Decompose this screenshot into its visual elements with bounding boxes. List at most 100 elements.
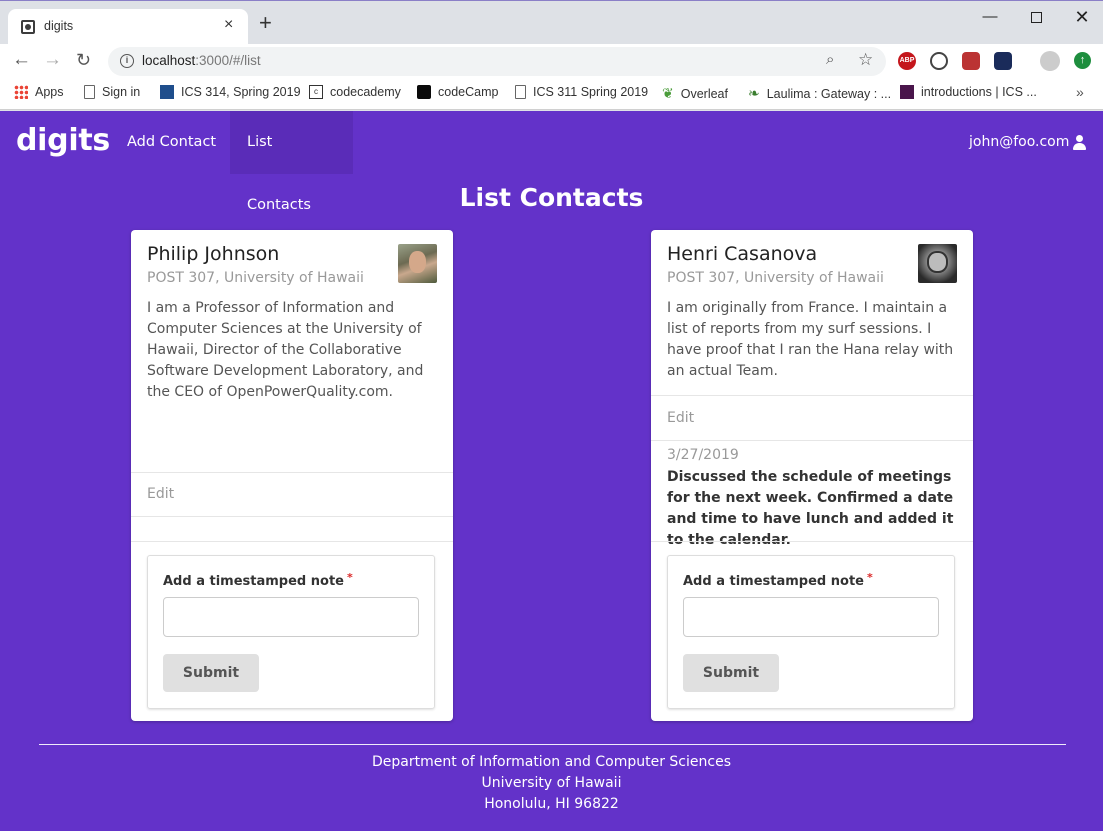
card-header: Philip Johnson POST 307, University of H…	[147, 243, 437, 286]
footer-divider	[39, 744, 1066, 745]
bookmark-label: codecademy	[330, 85, 401, 99]
freecodecamp-icon	[417, 85, 431, 99]
page-icon	[84, 85, 95, 99]
footer-department: Department of Information and Computer S…	[371, 754, 731, 770]
avatar-face	[927, 251, 948, 273]
bookmark-apps[interactable]: Apps	[14, 85, 64, 99]
edit-link[interactable]: Edit	[147, 486, 174, 502]
tab-close-icon[interactable]: ×	[224, 16, 233, 34]
back-arrow-icon[interactable]: ←	[12, 50, 31, 70]
bookmark-ics311[interactable]: ICS 311 Spring 2019	[515, 85, 648, 99]
edit-link[interactable]: Edit	[667, 410, 694, 426]
bookmark-label: ICS 314, Spring 2019	[181, 85, 301, 99]
maximize-button[interactable]	[1016, 5, 1056, 29]
new-tab-button[interactable]: +	[259, 12, 272, 34]
laulima-icon: ❧	[748, 85, 760, 101]
note-label-text: Add a timestamped note	[163, 574, 344, 589]
contact-address: POST 307, University of Hawaii	[147, 270, 364, 286]
bookmarks-bar: Apps Sign in ICS 314, Spring 2019 c codec…	[0, 78, 1103, 110]
bookmark-label: ICS 311 Spring 2019	[533, 85, 649, 99]
card-header: Henri Casanova POST 307, University of H…	[667, 243, 957, 286]
required-mark: *	[866, 571, 873, 584]
browser-tab[interactable]: digits ×	[8, 9, 248, 45]
bookmark-codecademy[interactable]: c codecademy	[309, 85, 401, 99]
divider	[131, 472, 453, 473]
extension-icon[interactable]	[930, 52, 948, 70]
url-text[interactable]: localhost:3000/#/list	[142, 53, 261, 68]
extension-icon[interactable]	[994, 52, 1012, 70]
bookmark-label: introductions | ICS ...	[921, 85, 1037, 99]
forward-arrow-icon[interactable]: →	[43, 50, 62, 70]
note-text: Discussed the schedule of meetings for t…	[667, 469, 954, 548]
nav-list-contacts[interactable]: List Contacts	[230, 111, 353, 213]
browser-tab-strip: digits × + — ✕	[0, 0, 1103, 45]
page-icon	[515, 85, 526, 99]
extension-icon[interactable]	[962, 52, 980, 70]
user-email: john@foo.com	[969, 134, 1070, 150]
top-navbar: digits Add Contact List Contacts john@fo…	[0, 111, 1103, 213]
bookmark-ics314[interactable]: ICS 314, Spring 2019	[160, 85, 301, 99]
zoom-icon[interactable]: ⌕	[826, 51, 834, 68]
contact-card: Henri Casanova POST 307, University of H…	[651, 230, 973, 721]
bookmark-overleaf[interactable]: ❦ Overleaf	[662, 85, 728, 102]
bookmark-sign-in[interactable]: Sign in	[84, 85, 140, 99]
avatar	[918, 244, 957, 283]
minimize-button[interactable]: —	[970, 5, 1010, 29]
footer-address: Honolulu, HI 96822	[484, 796, 619, 812]
adblock-plus-icon[interactable]: ABP	[898, 52, 916, 70]
codecademy-icon: c	[309, 85, 323, 99]
profile-icon[interactable]	[1040, 51, 1060, 71]
info-icon[interactable]: i	[120, 54, 134, 68]
ics-icon	[160, 85, 174, 99]
submit-button[interactable]: Submit	[163, 654, 259, 692]
contact-description: I am a Professor of Information and Comp…	[147, 300, 424, 400]
url-path: :3000/#/list	[195, 53, 261, 68]
tab-title: digits	[44, 19, 74, 33]
divider	[131, 516, 453, 517]
bookmark-introductions[interactable]: introductions | ICS ...	[900, 85, 1037, 99]
reload-icon[interactable]: ↻	[76, 50, 91, 70]
address-bar[interactable]: i localhost:3000/#/list ⌕ ☆	[108, 47, 886, 76]
contact-card: Philip Johnson POST 307, University of H…	[131, 230, 453, 721]
app-page: digits Add Contact List Contacts john@fo…	[0, 111, 1103, 831]
user-menu[interactable]: john@foo.com	[969, 134, 1087, 150]
submit-button[interactable]: Submit	[683, 654, 779, 692]
update-icon[interactable]: ↑	[1074, 52, 1091, 69]
bookmark-label: Overleaf	[680, 86, 728, 101]
bookmark-codecamp[interactable]: codeCamp	[417, 85, 498, 99]
nav-add-contact[interactable]: Add Contact	[110, 111, 233, 174]
slack-icon	[900, 85, 914, 99]
page-title: List Contacts	[459, 183, 644, 212]
brand-logo[interactable]: digits	[16, 123, 110, 158]
add-note-form: Add a timestamped note * Submit	[667, 555, 955, 709]
avatar	[398, 244, 437, 283]
bookmark-label: Sign in	[102, 85, 141, 99]
bookmarks-overflow-icon[interactable]: »	[1076, 84, 1084, 100]
note-input[interactable]	[163, 597, 419, 637]
contact-description: I am originally from France. I maintain …	[667, 300, 954, 379]
note-field-label: Add a timestamped note *	[683, 571, 873, 589]
overleaf-icon: ❦	[662, 85, 674, 101]
divider	[651, 541, 973, 542]
bookmark-label: codeCamp	[438, 85, 499, 99]
tab-favicon-icon	[21, 20, 35, 34]
url-host: localhost	[142, 53, 196, 68]
note-field-label: Add a timestamped note *	[163, 571, 353, 589]
star-icon[interactable]: ☆	[858, 50, 873, 70]
contact-address: POST 307, University of Hawaii	[667, 270, 884, 286]
user-icon	[1072, 134, 1087, 150]
avatar-face	[409, 251, 426, 273]
divider	[131, 541, 453, 542]
bookmark-label: Apps	[35, 85, 64, 99]
divider	[651, 395, 973, 396]
divider	[651, 440, 973, 441]
apps-grid-icon	[14, 85, 28, 99]
add-note-form: Add a timestamped note * Submit	[147, 555, 435, 709]
note-label-text: Add a timestamped note	[683, 574, 864, 589]
footer-university: University of Hawaii	[481, 775, 622, 791]
maximize-icon	[1030, 11, 1042, 23]
bookmark-laulima[interactable]: ❧ Laulima : Gateway : ...	[748, 85, 891, 102]
note-input[interactable]	[683, 597, 939, 637]
close-window-button[interactable]: ✕	[1062, 5, 1102, 29]
bookmark-label: Laulima : Gateway : ...	[766, 86, 892, 101]
